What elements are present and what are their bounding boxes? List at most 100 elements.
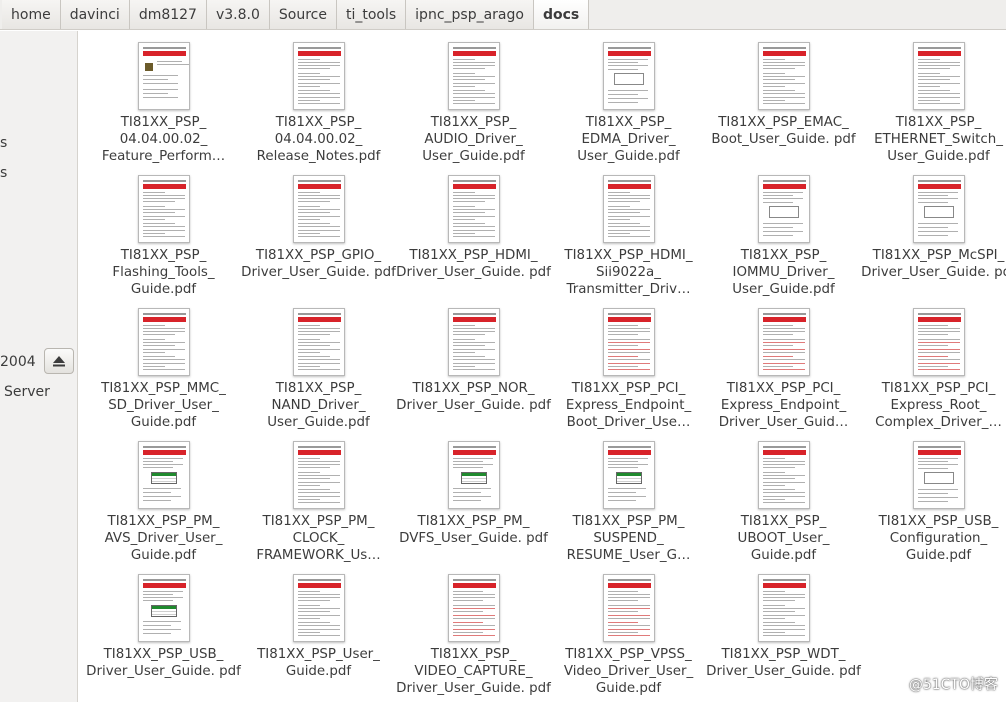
breadcrumb-item[interactable]: home bbox=[2, 0, 61, 29]
breadcrumb-item[interactable]: v3.8.0 bbox=[206, 0, 270, 29]
eject-button[interactable] bbox=[44, 348, 74, 374]
sidebar-item-label[interactable]: Server bbox=[4, 384, 50, 400]
file-item[interactable]: TI81XX_PSP_PM_ AVS_Driver_User_ Guide.pd… bbox=[86, 435, 241, 563]
file-item[interactable]: TI81XX_PSP_McSPI_ Driver_User_Guide. pdf bbox=[861, 169, 1006, 297]
breadcrumb-item[interactable]: docs bbox=[533, 0, 590, 29]
pdf-thumbnail-icon bbox=[913, 175, 965, 243]
file-item[interactable]: TI81XX_PSP_EMAC_ Boot_User_Guide. pdf bbox=[706, 36, 861, 164]
pdf-thumbnail-icon bbox=[758, 441, 810, 509]
file-name-label: TI81XX_PSP_HDMI_ Sii9022a_ Transmitter_D… bbox=[564, 248, 693, 297]
file-item[interactable]: TI81XX_PSP_PM_ DVFS_User_Guide. pdf bbox=[396, 435, 551, 563]
file-item[interactable]: TI81XX_PSP_MMC_ SD_Driver_User_ Guide.pd… bbox=[86, 302, 241, 430]
path-bar: home davinci dm8127 v3.8.0 Source ti_tools ipn… bbox=[0, 0, 1006, 30]
file-name-label: TI81XX_PSP_USB_ Configuration_ Guide.pdf bbox=[878, 514, 999, 563]
file-name-label: TI81XX_PSP_ AUDIO_Driver_ User_Guide.pdf bbox=[422, 115, 525, 164]
breadcrumb-item[interactable]: dm8127 bbox=[129, 0, 207, 29]
file-item[interactable]: TI81XX_PSP_USB_ Configuration_ Guide.pdf bbox=[861, 435, 1006, 563]
breadcrumb-item[interactable]: ti_tools bbox=[336, 0, 407, 29]
pdf-thumbnail-icon bbox=[138, 574, 190, 642]
file-name-label: TI81XX_PSP_PM_ SUSPEND_ RESUME_User_G… bbox=[566, 514, 691, 563]
pdf-thumbnail-icon bbox=[448, 574, 500, 642]
file-item[interactable]: TI81XX_PSP_HDMI_ Driver_User_Guide. pdf bbox=[396, 169, 551, 297]
pdf-thumbnail-icon bbox=[293, 441, 345, 509]
file-name-label: TI81XX_PSP_PM_ CLOCK_ FRAMEWORK_Us… bbox=[256, 514, 381, 563]
file-name-label: TI81XX_PSP_NOR_ Driver_User_Guide. pdf bbox=[396, 381, 551, 413]
pdf-thumbnail-icon bbox=[448, 308, 500, 376]
file-item[interactable]: TI81XX_PSP_User_ Guide.pdf bbox=[241, 568, 396, 696]
file-item[interactable]: TI81XX_PSP_PCI_ Express_Endpoint_ Driver… bbox=[706, 302, 861, 430]
pdf-thumbnail-icon bbox=[758, 308, 810, 376]
pdf-thumbnail-icon bbox=[603, 42, 655, 110]
pdf-thumbnail-icon bbox=[758, 574, 810, 642]
pdf-thumbnail-icon bbox=[138, 308, 190, 376]
file-item[interactable]: TI81XX_PSP_PCI_ Express_Endpoint_ Boot_D… bbox=[551, 302, 706, 430]
file-name-label: TI81XX_PSP_MMC_ SD_Driver_User_ Guide.pd… bbox=[101, 381, 226, 430]
file-item[interactable]: TI81XX_PSP_PM_ SUSPEND_ RESUME_User_G… bbox=[551, 435, 706, 563]
file-icon-grid: TI81XX_PSP_ 04.04.00.02_ Feature_Perform… bbox=[86, 36, 1006, 702]
file-item[interactable]: TI81XX_PSP_ EDMA_Driver_ User_Guide.pdf bbox=[551, 36, 706, 164]
file-item[interactable]: TI81XX_PSP_ NAND_Driver_ User_Guide.pdf bbox=[241, 302, 396, 430]
pdf-thumbnail-icon bbox=[293, 175, 345, 243]
pdf-thumbnail-icon bbox=[603, 175, 655, 243]
file-item[interactable]: TI81XX_PSP_ VIDEO_CAPTURE_ Driver_User_G… bbox=[396, 568, 551, 696]
file-item[interactable]: TI81XX_PSP_ Flashing_Tools_ Guide.pdf bbox=[86, 169, 241, 297]
file-name-label: TI81XX_PSP_PCI_ Express_Endpoint_ Boot_D… bbox=[565, 381, 692, 430]
file-item[interactable]: TI81XX_PSP_ UBOOT_User_ Guide.pdf bbox=[706, 435, 861, 563]
pdf-thumbnail-icon bbox=[758, 42, 810, 110]
file-name-label: TI81XX_PSP_PCI_ Express_Root_ Complex_Dr… bbox=[875, 381, 1002, 430]
pdf-thumbnail-icon bbox=[603, 308, 655, 376]
file-name-label: TI81XX_PSP_ VIDEO_CAPTURE_ Driver_User_G… bbox=[396, 647, 551, 696]
pdf-thumbnail-icon bbox=[138, 42, 190, 110]
places-sidebar: s s 2004 Server bbox=[0, 31, 78, 702]
file-name-label: TI81XX_PSP_ 04.04.00.02_ Feature_Perform… bbox=[101, 115, 226, 164]
watermark-text: @51CTO博客 bbox=[908, 677, 998, 693]
pdf-thumbnail-icon bbox=[603, 441, 655, 509]
file-item[interactable]: TI81XX_PSP_PM_ CLOCK_ FRAMEWORK_Us… bbox=[241, 435, 396, 563]
file-item[interactable]: TI81XX_PSP_NOR_ Driver_User_Guide. pdf bbox=[396, 302, 551, 430]
pdf-thumbnail-icon bbox=[913, 42, 965, 110]
file-item[interactable]: TI81XX_PSP_ 04.04.00.02_ Feature_Perform… bbox=[86, 36, 241, 164]
file-name-label: TI81XX_PSP_ NAND_Driver_ User_Guide.pdf bbox=[267, 381, 370, 430]
pdf-thumbnail-icon bbox=[913, 308, 965, 376]
file-name-label: TI81XX_PSP_USB_ Driver_User_Guide. pdf bbox=[86, 647, 241, 679]
eject-icon bbox=[53, 356, 65, 367]
file-name-label: TI81XX_PSP_VPSS_ Video_Driver_User_ Guid… bbox=[563, 647, 694, 696]
file-item[interactable]: TI81XX_PSP_VPSS_ Video_Driver_User_ Guid… bbox=[551, 568, 706, 696]
pdf-thumbnail-icon bbox=[293, 42, 345, 110]
pdf-thumbnail-icon bbox=[448, 42, 500, 110]
pdf-thumbnail-icon bbox=[603, 574, 655, 642]
file-name-label: TI81XX_PSP_User_ Guide.pdf bbox=[257, 647, 380, 679]
file-item[interactable]: TI81XX_PSP_ AUDIO_Driver_ User_Guide.pdf bbox=[396, 36, 551, 164]
pdf-thumbnail-icon bbox=[138, 175, 190, 243]
file-item[interactable]: TI81XX_PSP_GPIO_ Driver_User_Guide. pdf bbox=[241, 169, 396, 297]
file-item[interactable]: TI81XX_PSP_ 04.04.00.02_ Release_Notes.p… bbox=[241, 36, 396, 164]
pdf-thumbnail-icon bbox=[758, 175, 810, 243]
breadcrumb-item[interactable]: ipnc_psp_arago bbox=[406, 0, 534, 29]
file-name-label: TI81XX_PSP_ EDMA_Driver_ User_Guide.pdf bbox=[577, 115, 680, 164]
sidebar-item-label[interactable]: 2004 bbox=[0, 354, 36, 370]
file-item[interactable]: TI81XX_PSP_HDMI_ Sii9022a_ Transmitter_D… bbox=[551, 169, 706, 297]
file-item[interactable]: TI81XX_PSP_ ETHERNET_Switch_ User_Guide.… bbox=[861, 36, 1006, 164]
sidebar-item-label[interactable]: s bbox=[0, 135, 7, 151]
file-name-label: TI81XX_PSP_ UBOOT_User_ Guide.pdf bbox=[737, 514, 830, 563]
pdf-thumbnail-icon bbox=[448, 441, 500, 509]
file-name-label: TI81XX_PSP_ Flashing_Tools_ Guide.pdf bbox=[112, 248, 215, 297]
pdf-thumbnail-icon bbox=[913, 441, 965, 509]
pdf-thumbnail-icon bbox=[293, 574, 345, 642]
file-item[interactable]: TI81XX_PSP_PCI_ Express_Root_ Complex_Dr… bbox=[861, 302, 1006, 430]
sidebar-item-label[interactable]: s bbox=[0, 165, 7, 181]
file-item[interactable]: TI81XX_PSP_WDT_ Driver_User_Guide. pdf bbox=[706, 568, 861, 696]
breadcrumb-item[interactable]: davinci bbox=[60, 0, 130, 29]
file-name-label: TI81XX_PSP_ ETHERNET_Switch_ User_Guide.… bbox=[874, 115, 1003, 164]
file-name-label: TI81XX_PSP_WDT_ Driver_User_Guide. pdf bbox=[706, 647, 861, 679]
file-item[interactable]: TI81XX_PSP_USB_ Driver_User_Guide. pdf bbox=[86, 568, 241, 696]
pdf-thumbnail-icon bbox=[448, 175, 500, 243]
breadcrumb-item[interactable]: Source bbox=[269, 0, 337, 29]
pdf-thumbnail-icon bbox=[293, 308, 345, 376]
file-item[interactable]: TI81XX_PSP_ IOMMU_Driver_ User_Guide.pdf bbox=[706, 169, 861, 297]
file-name-label: TI81XX_PSP_McSPI_ Driver_User_Guide. pdf bbox=[861, 248, 1006, 280]
file-name-label: TI81XX_PSP_PCI_ Express_Endpoint_ Driver… bbox=[718, 381, 849, 430]
file-name-label: TI81XX_PSP_GPIO_ Driver_User_Guide. pdf bbox=[241, 248, 396, 280]
file-name-label: TI81XX_PSP_EMAC_ Boot_User_Guide. pdf bbox=[711, 115, 856, 147]
file-name-label: TI81XX_PSP_PM_ AVS_Driver_User_ Guide.pd… bbox=[104, 514, 223, 563]
